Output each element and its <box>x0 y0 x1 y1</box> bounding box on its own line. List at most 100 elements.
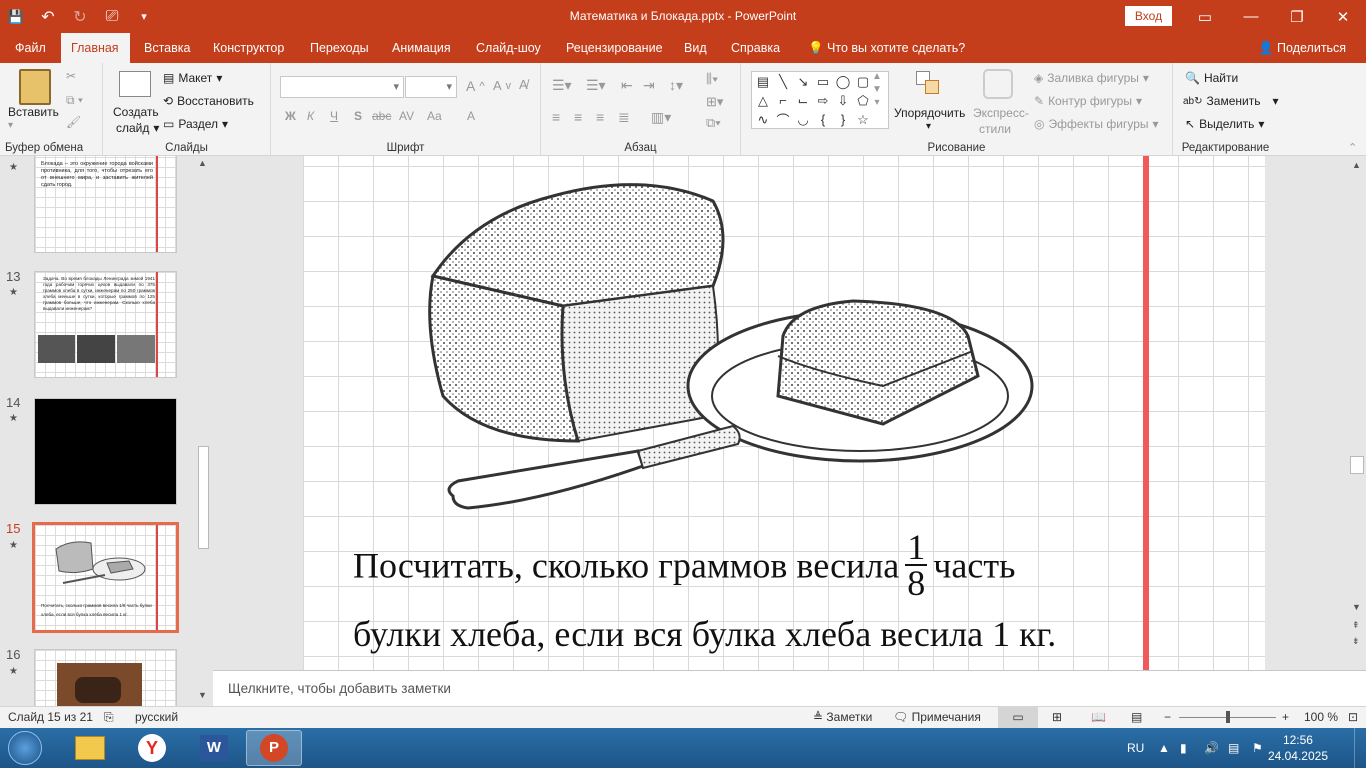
reading-view-icon[interactable]: 📖 <box>1091 710 1106 724</box>
show-desktop-button[interactable] <box>1354 728 1366 768</box>
notes-toggle[interactable]: ≜ Заметки <box>813 710 872 724</box>
align-center-icon[interactable]: ≡ <box>574 109 582 125</box>
justify-icon[interactable]: ≣ <box>618 109 630 126</box>
tab-view[interactable]: Вид <box>674 33 717 63</box>
signin-button[interactable]: Вход <box>1125 6 1172 26</box>
arc-shape-icon[interactable]: ◡ <box>795 112 811 128</box>
explorer-taskbar-icon[interactable] <box>62 730 118 766</box>
powerpoint-taskbar-icon[interactable]: P <box>246 730 302 766</box>
tab-slideshow[interactable]: Слайд-шоу <box>466 33 551 63</box>
new-slide-button[interactable]: Создать <box>113 105 159 119</box>
tab-review[interactable]: Рецензирование <box>556 33 673 63</box>
down-arrow-shape-icon[interactable]: ⇩ <box>835 93 851 109</box>
find-button[interactable]: 🔍 Найти <box>1185 71 1238 85</box>
right-arrow-shape-icon[interactable]: ⇨ <box>815 93 831 109</box>
curve-shape-icon[interactable]: ⌒ <box>775 110 791 129</box>
zoom-out-icon[interactable]: − <box>1164 710 1171 724</box>
quick-styles-icon[interactable] <box>983 69 1013 99</box>
redo-icon[interactable]: ↻ <box>64 0 96 33</box>
align-text-icon[interactable]: ⊞▾ <box>706 94 723 110</box>
scroll-up-icon[interactable]: ▲ <box>198 158 207 168</box>
shapes-gallery[interactable]: ▤ ╲ ↘ ▭ ◯ ▢ △ ⌐ ⌙ ⇨ ⇩ ⬠ ∿ ⌒ ◡ {} ☆ <box>751 71 889 129</box>
right-brace-icon[interactable]: } <box>835 112 851 127</box>
smartart-icon[interactable]: ⧉▾ <box>706 115 721 131</box>
slide-sorter-icon[interactable]: ⊞ <box>1052 710 1062 724</box>
tray-expand-icon[interactable]: ▲ <box>1158 728 1170 768</box>
rectangle-shape-icon[interactable]: ▭ <box>815 74 831 90</box>
tab-design[interactable]: Конструктор <box>203 33 294 63</box>
shape-outline-button[interactable]: ✎ Контур фигуры ▾ <box>1034 94 1142 108</box>
left-brace-icon[interactable]: { <box>815 112 831 127</box>
freeform-shape-icon[interactable]: ∿ <box>755 112 771 128</box>
rounded-rect-shape-icon[interactable]: ▢ <box>855 74 871 90</box>
customize-qat-icon[interactable]: ▾ <box>128 0 160 33</box>
arrange-icon[interactable] <box>916 71 942 99</box>
grow-font-icon[interactable]: A ^ <box>466 78 485 94</box>
slide-thumbnail[interactable]: Задача. Во время блокады Ленинграда зимо… <box>34 271 177 378</box>
reset-button[interactable]: ⟲ Восстановить <box>163 94 254 108</box>
underline-button[interactable]: Ч <box>330 109 338 123</box>
yandex-taskbar-icon[interactable]: Y <box>124 730 180 766</box>
tab-transitions[interactable]: Переходы <box>300 33 379 63</box>
paste-icon[interactable] <box>19 69 51 105</box>
bread-illustration[interactable] <box>413 156 1093 526</box>
slide-thumbnail-selected[interactable]: Посчитать, сколько граммов весила 1/8 ча… <box>32 522 179 633</box>
arrow-shape-icon[interactable]: ↘ <box>795 74 811 90</box>
minimize-button[interactable]: — <box>1228 0 1274 33</box>
spellcheck-icon[interactable]: ⎘ <box>104 710 114 725</box>
arrange-button[interactable]: Упорядочить <box>894 106 965 120</box>
normal-view-icon[interactable]: ▭ <box>998 707 1038 728</box>
previous-slide-icon[interactable]: ⇞ <box>1352 620 1360 631</box>
thumbnails-scrollbar[interactable]: ▲ ▼ <box>196 156 211 706</box>
language-indicator[interactable]: русский <box>135 710 178 724</box>
slide-thumbnail[interactable]: Блокада – это окружение города войсками … <box>34 156 177 253</box>
slide-canvas[interactable]: Посчитать, сколько граммов весила 1 8 часть… <box>303 156 1265 670</box>
tab-file[interactable]: Файл <box>5 33 56 63</box>
share-button[interactable]: 👤 Поделиться <box>1248 33 1356 63</box>
slideshow-view-icon[interactable]: ▤ <box>1131 710 1142 724</box>
tell-me-search[interactable]: 💡 Что вы хотите сделать? <box>798 33 975 63</box>
cut-icon[interactable]: ✂ <box>66 69 76 83</box>
line-shape-icon[interactable]: ╲ <box>775 74 791 90</box>
quick-styles-button[interactable]: Экспресс- <box>973 106 1029 120</box>
problem-text[interactable]: Посчитать, сколько граммов весила 1 8 часть… <box>353 529 1133 664</box>
select-button[interactable]: ↖ Выделить ▾ <box>1185 117 1264 131</box>
tab-home[interactable]: Главная <box>61 33 130 63</box>
char-spacing-button[interactable]: AV <box>399 109 414 123</box>
restore-button[interactable]: ❐ <box>1274 0 1320 33</box>
layout-button[interactable]: ▤ Макет ▾ <box>163 71 222 85</box>
collapse-ribbon-icon[interactable]: ⌃ <box>1348 141 1357 154</box>
word-taskbar-icon[interactable]: W <box>186 730 242 766</box>
shrink-font-icon[interactable]: Av <box>493 78 511 93</box>
align-left-icon[interactable]: ≡ <box>552 109 560 125</box>
network-icon[interactable]: ▤ <box>1228 728 1239 768</box>
system-clock[interactable]: 12:56 24.04.2025 <box>1268 732 1328 764</box>
zoom-in-icon[interactable]: + <box>1282 710 1289 724</box>
next-slide-icon[interactable]: ⇟ <box>1352 636 1360 647</box>
elbow-arrow-icon[interactable]: ⌙ <box>795 93 811 109</box>
notes-pane[interactable]: Щелкните, чтобы добавить заметки <box>213 670 1366 706</box>
align-right-icon[interactable]: ≡ <box>596 109 604 125</box>
elbow-connector-icon[interactable]: ⌐ <box>775 93 791 108</box>
strikethrough-button[interactable]: abc <box>372 109 391 123</box>
pentagon-shape-icon[interactable]: ⬠ <box>855 93 871 109</box>
start-button[interactable] <box>8 731 42 765</box>
bold-button[interactable]: Ж <box>285 109 296 123</box>
fit-slide-icon[interactable]: ⊡ <box>1348 710 1358 724</box>
save-icon[interactable]: 💾 <box>0 0 32 33</box>
star-shape-icon[interactable]: ☆ <box>855 112 871 128</box>
triangle-shape-icon[interactable]: △ <box>755 93 771 109</box>
ribbon-display-options-icon[interactable]: ▭ <box>1182 0 1228 33</box>
change-case-button[interactable]: Aa <box>427 109 442 123</box>
volume-icon[interactable]: 🔊 <box>1204 728 1219 768</box>
replace-button[interactable]: ab↻ Заменить ▾ <box>1183 94 1278 108</box>
numbering-icon[interactable]: ☰▾ <box>586 77 606 94</box>
oval-shape-icon[interactable]: ◯ <box>835 74 851 90</box>
slide-thumbnail[interactable] <box>34 649 177 706</box>
tab-animations[interactable]: Анимация <box>382 33 461 63</box>
new-slide-dropdown[interactable]: слайд ▾ <box>116 121 159 135</box>
slide-thumbnail[interactable] <box>34 398 177 505</box>
present-icon[interactable]: ⎚ <box>96 0 128 33</box>
zoom-slider-thumb[interactable] <box>1226 711 1230 723</box>
increase-indent-icon[interactable]: ⇥ <box>643 77 655 94</box>
